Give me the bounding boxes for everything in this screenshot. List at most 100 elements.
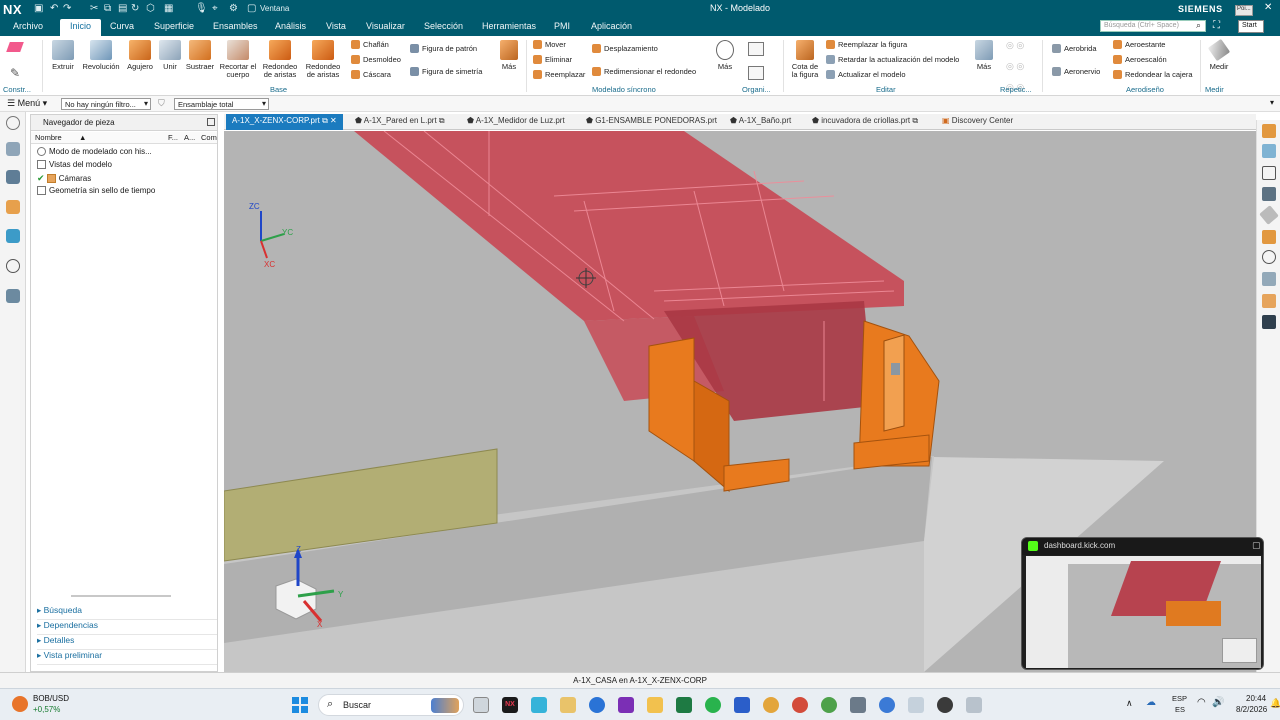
mirror-feature-button[interactable]: Figura de simetría: [410, 67, 482, 76]
menu-button[interactable]: ☰ Menú ▾: [7, 98, 47, 109]
fullscreen-icon[interactable]: ⛶: [1213, 20, 1220, 31]
app-icon-2[interactable]: [734, 697, 750, 713]
move-face-button[interactable]: Mover: [533, 40, 566, 49]
fit-icon[interactable]: [1262, 166, 1276, 180]
shell-button[interactable]: Cáscara: [351, 70, 391, 79]
show-hide-icon[interactable]: [1262, 250, 1276, 264]
menu-ensambles[interactable]: Ensambles: [213, 21, 258, 31]
whatsapp-icon[interactable]: [705, 697, 721, 713]
round-pocket-button[interactable]: Redondear la cajera: [1113, 70, 1193, 79]
render-icon[interactable]: [1262, 230, 1276, 244]
delete-face-button[interactable]: Eliminar: [533, 55, 572, 64]
panel-dependencies[interactable]: ▸ Dependencias: [37, 620, 217, 635]
history-icon[interactable]: [6, 259, 20, 273]
aero-flange-button[interactable]: Aerobrida: [1052, 44, 1097, 53]
pip-close-icon[interactable]: ▢: [1252, 540, 1261, 551]
update-model-button[interactable]: Actualizar el modelo: [826, 70, 906, 79]
chrome-profile-icon-2[interactable]: [792, 697, 808, 713]
chamfer-button[interactable]: Chaflán: [351, 40, 389, 49]
subtract-button[interactable]: Sustraer: [185, 40, 215, 71]
layer-icon[interactable]: [748, 66, 764, 80]
more-sync-button[interactable]: Más: [714, 40, 736, 71]
chrome-profile-icon[interactable]: [763, 697, 779, 713]
replace-feature-button[interactable]: Reemplazar la figura: [826, 40, 907, 49]
volume-icon[interactable]: 🔊: [1212, 697, 1224, 708]
assembly-navigator-icon[interactable]: [6, 170, 20, 184]
chrome-profile-icon-4[interactable]: [879, 697, 895, 713]
web-browser-icon[interactable]: [6, 229, 20, 243]
col-f[interactable]: F...: [168, 133, 178, 142]
popup-small[interactable]: Poi...: [1235, 5, 1253, 16]
resize-blend-button[interactable]: Redimensionar el redondeo: [592, 67, 696, 76]
trim-body-button[interactable]: Recortar el cuerpo: [218, 40, 258, 79]
tree-item-unstamped-geometry[interactable]: Geometría sin sello de tiempo: [37, 186, 155, 195]
unite-button[interactable]: Unir: [157, 40, 183, 71]
taskbar-search[interactable]: ⌕ Buscar: [318, 694, 464, 716]
folder-icon[interactable]: [647, 697, 663, 713]
menu-analisis[interactable]: Análisis: [275, 21, 306, 31]
more-base-button[interactable]: Más: [498, 40, 520, 71]
ticker-name[interactable]: BOB/USD: [33, 694, 69, 703]
stock-widget-icon[interactable]: [12, 696, 28, 712]
measure-button[interactable]: Medir: [1205, 38, 1233, 71]
sketch-icon[interactable]: [6, 42, 24, 52]
more-edit-button[interactable]: Más: [973, 40, 995, 71]
nx-app-icon[interactable]: NX: [502, 697, 518, 713]
tab-incuvadora[interactable]: ⬟ incuvadora de criollas.prt ⧉: [812, 116, 918, 126]
edge-blend-button[interactable]: Redondeo de aristas: [260, 40, 300, 79]
close-icon[interactable]: ✕: [1264, 2, 1272, 13]
search-icon[interactable]: ⌕: [1196, 20, 1201, 31]
chrome-profile-icon-3[interactable]: [821, 697, 837, 713]
tab-discovery-center[interactable]: ▣ Discovery Center: [942, 116, 1013, 125]
tab-ensamble-ponedoras[interactable]: ⬟ G1-ENSAMBLE PONEDORAS.prt: [586, 116, 717, 125]
extrude-button[interactable]: Extruir: [48, 40, 78, 71]
onenote-icon[interactable]: [618, 697, 634, 713]
aero-step-button[interactable]: Aeroescalón: [1113, 55, 1167, 64]
orient-icon[interactable]: [1262, 144, 1276, 158]
clip-icon[interactable]: [1262, 315, 1276, 329]
explorer-app-icon[interactable]: [560, 697, 576, 713]
menu-superficie[interactable]: Superficie: [154, 21, 194, 31]
tray-cloud-icon[interactable]: ☁: [1146, 697, 1156, 708]
panel-search[interactable]: ▸ Búsqueda: [37, 605, 217, 620]
notification-icon[interactable]: 🔔: [1270, 698, 1280, 709]
stream-preview-window[interactable]: dashboard.kick.com ▢: [1021, 537, 1264, 670]
tab-pared-en-l[interactable]: ⬟ A-1X_Pared en L.prt ⧉: [355, 116, 445, 126]
aero-shelf-button[interactable]: Aeroestante: [1113, 40, 1165, 49]
menu-vista[interactable]: Vista: [326, 21, 346, 31]
delay-update-button[interactable]: Retardar la actualización del modelo: [826, 55, 959, 64]
tab-medidor-de-luz[interactable]: ⬟ A-1X_Medidor de Luz.prt: [467, 116, 565, 125]
wifi-icon[interactable]: ◠: [1197, 697, 1206, 708]
edge-blend-more-button[interactable]: Redondeo de aristas: [302, 40, 344, 79]
section-icon[interactable]: [1262, 187, 1276, 201]
sort-up-icon[interactable]: ▲: [79, 133, 86, 142]
menu-seleccion[interactable]: Selección: [424, 21, 463, 31]
clock-time[interactable]: 20:44: [1246, 694, 1266, 703]
settings-gear-icon[interactable]: [6, 116, 20, 130]
windows-start-icon[interactable]: [292, 697, 308, 713]
ruler-icon[interactable]: [1259, 205, 1279, 225]
tree-item-cameras[interactable]: ✔ Cámaras: [37, 173, 91, 184]
pattern-feature-button[interactable]: Figura de patrón: [410, 44, 477, 53]
menu-herramientas[interactable]: Herramientas: [482, 21, 536, 31]
menu-aplicacion[interactable]: Aplicación: [591, 21, 632, 31]
revolve-button[interactable]: Revolución: [81, 40, 121, 71]
replace-face-button[interactable]: Reemplazar: [533, 70, 585, 79]
menu-visualizar[interactable]: Visualizar: [366, 21, 405, 31]
pencil-icon[interactable]: ✎: [10, 66, 20, 80]
toolbar-more-icon[interactable]: ▾: [1270, 98, 1274, 107]
organize-icon[interactable]: [748, 42, 764, 56]
material-icon[interactable]: [1262, 294, 1276, 308]
hole-button[interactable]: Agujero: [125, 40, 155, 71]
menu-archivo[interactable]: Archivo: [13, 21, 43, 31]
horizontal-scrollbar[interactable]: [71, 595, 171, 597]
tree-item-model-views[interactable]: Vistas del modelo: [37, 160, 112, 169]
tree-item-history-mode[interactable]: Modo de modelado con his...: [37, 147, 152, 156]
filter-icon[interactable]: ⛉: [158, 98, 165, 109]
menu-inicio[interactable]: Inicio: [60, 19, 102, 36]
excel-icon[interactable]: [676, 697, 692, 713]
snipping-tool-icon[interactable]: [966, 697, 982, 713]
start-popup[interactable]: Start: [1238, 20, 1264, 33]
menu-pmi[interactable]: PMI: [554, 21, 570, 31]
roles-icon[interactable]: [6, 289, 20, 303]
